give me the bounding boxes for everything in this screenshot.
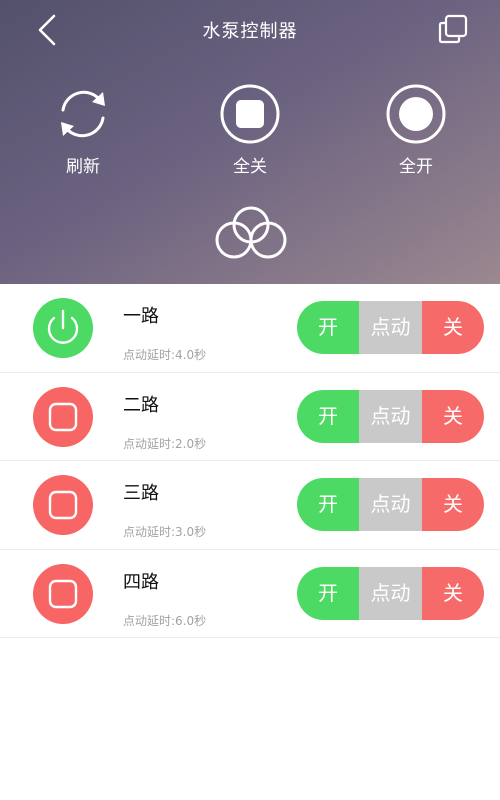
refresh-button[interactable]: 刷新	[43, 82, 123, 177]
page-title: 水泵控制器	[202, 21, 298, 42]
refresh-label: 刷新	[66, 157, 100, 177]
off-button[interactable]: 关	[422, 566, 484, 620]
stop-square-icon	[48, 402, 78, 431]
all-on-button[interactable]: 全开	[376, 82, 456, 177]
stop-square-icon	[220, 84, 280, 144]
copy-icon	[438, 14, 468, 44]
off-button[interactable]: 关	[422, 478, 484, 531]
on-button[interactable]: 开	[297, 301, 359, 354]
channel-delay: 点动延时:6.0秒	[123, 613, 207, 628]
stop-square-icon	[48, 490, 78, 520]
on-button[interactable]: 开	[297, 389, 359, 443]
all-off-button[interactable]: 全关	[210, 82, 290, 177]
copy-button[interactable]	[434, 12, 472, 48]
channel-row: 三路 点动延时:3.0秒 开 点动 关	[0, 461, 500, 550]
off-button[interactable]: 关	[422, 389, 484, 443]
record-circle-icon	[386, 84, 446, 144]
channel-status-toggle[interactable]	[33, 386, 93, 447]
channel-delay: 点动延时:4.0秒	[123, 348, 207, 362]
on-button[interactable]: 开	[297, 566, 359, 620]
stop-square-icon	[48, 579, 78, 608]
channel-control-group: 开 点动 关	[297, 566, 484, 620]
jog-button[interactable]: 点动	[359, 389, 422, 443]
channel-status-toggle[interactable]	[33, 563, 93, 624]
power-icon	[47, 309, 79, 344]
channel-control-group: 开 点动 关	[297, 478, 484, 531]
channel-name: 一路	[123, 306, 159, 327]
channel-delay: 点动延时:2.0秒	[123, 436, 207, 451]
channel-control-group: 开 点动 关	[297, 301, 484, 354]
channel-delay: 点动延时:3.0秒	[123, 525, 207, 539]
all-off-label: 全关	[233, 157, 267, 177]
channel-row: 四路 点动延时:6.0秒 开 点动 关	[0, 549, 500, 638]
channel-control-group: 开 点动 关	[297, 389, 484, 443]
cloud-icon	[215, 206, 287, 259]
channel-name: 四路	[123, 571, 159, 593]
channel-name: 二路	[123, 394, 159, 416]
on-button[interactable]: 开	[297, 478, 359, 531]
off-button[interactable]: 关	[422, 301, 484, 354]
jog-button[interactable]: 点动	[359, 478, 422, 531]
refresh-icon	[61, 90, 105, 138]
channel-name: 三路	[123, 483, 159, 504]
channel-status-toggle[interactable]	[33, 475, 93, 535]
all-on-label: 全开	[399, 157, 433, 177]
jog-button[interactable]: 点动	[359, 301, 422, 354]
jog-button[interactable]: 点动	[359, 566, 422, 620]
header-bar: 水泵控制器 刷新 全关 全开	[0, 0, 500, 284]
cloud-button[interactable]	[214, 204, 288, 262]
channel-list: 一路 点动延时:4.0秒 开 点动 关 二路 点动延时:2.0秒 开 点动 关 …	[0, 284, 500, 638]
channel-status-toggle[interactable]	[33, 298, 93, 358]
channel-row: 二路 点动延时:2.0秒 开 点动 关	[0, 372, 500, 461]
channel-row: 一路 点动延时:4.0秒 开 点动 关	[0, 284, 500, 373]
